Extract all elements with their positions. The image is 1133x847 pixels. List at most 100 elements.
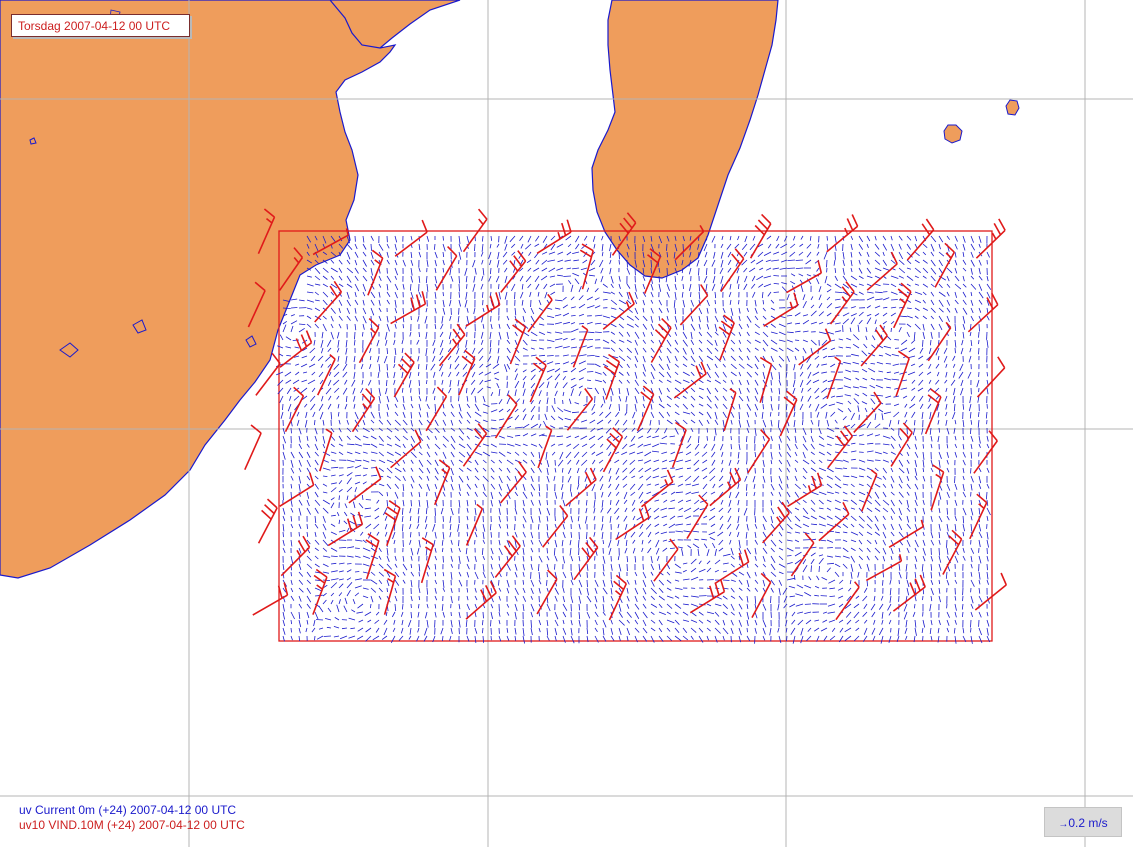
current-vector bbox=[773, 275, 780, 277]
current-vector bbox=[954, 331, 956, 337]
current-vector bbox=[530, 619, 532, 628]
current-vector bbox=[770, 595, 772, 604]
current-vector bbox=[795, 259, 804, 261]
current-vector bbox=[978, 347, 980, 355]
scale-arrow-icon: → bbox=[1058, 819, 1069, 830]
current-vector bbox=[282, 403, 284, 411]
current-vector bbox=[458, 539, 460, 547]
current-vector bbox=[498, 555, 500, 561]
current-vector bbox=[858, 443, 865, 445]
current-vector bbox=[738, 411, 740, 420]
current-vector bbox=[882, 579, 884, 586]
current-vector bbox=[442, 515, 444, 522]
current-vector bbox=[314, 635, 316, 641]
current-vector bbox=[290, 427, 292, 434]
current-vector bbox=[922, 595, 924, 601]
current-vector bbox=[946, 539, 948, 548]
map-canvas bbox=[0, 0, 1133, 847]
current-vector bbox=[546, 547, 548, 554]
current-vector bbox=[586, 531, 588, 540]
current-vector bbox=[442, 555, 444, 563]
current-vector bbox=[618, 251, 620, 260]
legend: uv Current 0m (+24) 2007-04-12 00 UTC uv… bbox=[19, 803, 245, 833]
current-vector bbox=[826, 243, 828, 250]
scale-reference: →0.2 m/s bbox=[1044, 807, 1122, 837]
current-vector bbox=[402, 307, 404, 315]
current-vector bbox=[490, 619, 492, 627]
current-vector bbox=[290, 571, 292, 577]
current-vector bbox=[770, 475, 772, 483]
current-vector bbox=[482, 611, 484, 619]
current-vector bbox=[954, 347, 956, 354]
current-vector bbox=[810, 531, 816, 533]
current-vector bbox=[618, 403, 620, 411]
current-vector bbox=[554, 563, 556, 570]
current-vector bbox=[298, 531, 300, 537]
current-vector bbox=[434, 507, 436, 516]
current-vector bbox=[962, 595, 964, 602]
current-vector bbox=[818, 565, 820, 573]
current-vector bbox=[978, 331, 980, 338]
current-vector bbox=[894, 339, 900, 341]
current-vector bbox=[714, 299, 716, 305]
current-vector bbox=[794, 339, 800, 341]
current-vector bbox=[938, 547, 940, 556]
legend-current-line: uv Current 0m (+24) 2007-04-12 00 UTC bbox=[19, 803, 237, 817]
current-vector bbox=[826, 235, 828, 241]
current-vector bbox=[474, 243, 476, 252]
current-vector bbox=[458, 283, 460, 292]
current-vector bbox=[970, 619, 972, 628]
current-vector bbox=[738, 507, 740, 513]
current-vector bbox=[370, 387, 372, 394]
current-vector bbox=[490, 419, 497, 421]
current-vector bbox=[290, 627, 292, 633]
current-vector bbox=[746, 627, 748, 633]
current-vector bbox=[826, 547, 833, 549]
current-vector bbox=[786, 555, 792, 557]
current-vector bbox=[338, 495, 340, 501]
timestamp-label: Torsdag 2007-04-12 00 UTC bbox=[11, 14, 190, 37]
current-vector bbox=[458, 395, 460, 402]
current-vector bbox=[410, 499, 412, 507]
current-vector bbox=[490, 531, 492, 538]
current-vector bbox=[618, 259, 620, 265]
current-vector bbox=[922, 339, 924, 347]
current-vector bbox=[762, 403, 764, 410]
current-vector bbox=[563, 275, 572, 277]
current-vector bbox=[365, 499, 372, 501]
current-vector bbox=[323, 635, 332, 637]
current-vector bbox=[458, 275, 460, 284]
current-vector bbox=[970, 627, 972, 633]
current-vector bbox=[370, 243, 372, 251]
current-vector bbox=[354, 331, 356, 340]
current-vector bbox=[874, 459, 881, 461]
current-vector bbox=[442, 235, 444, 241]
current-vector bbox=[290, 307, 298, 309]
current-vector bbox=[666, 243, 668, 251]
current-vector bbox=[498, 283, 500, 290]
current-vector bbox=[346, 563, 352, 565]
current-vector bbox=[586, 579, 588, 588]
current-vector bbox=[954, 475, 956, 484]
current-vector bbox=[570, 483, 572, 492]
current-vector bbox=[498, 579, 500, 586]
current-vector bbox=[787, 267, 796, 269]
current-vector bbox=[810, 565, 812, 573]
current-vector bbox=[786, 635, 788, 642]
current-vector bbox=[885, 363, 892, 365]
current-vector bbox=[418, 387, 420, 395]
current-vector bbox=[722, 579, 730, 581]
current-vector bbox=[698, 267, 700, 276]
current-vector bbox=[354, 547, 360, 549]
current-vector bbox=[386, 587, 388, 593]
current-vector bbox=[730, 443, 732, 450]
current-vector bbox=[773, 291, 780, 293]
current-vector bbox=[466, 283, 468, 289]
current-vector bbox=[306, 523, 308, 529]
current-vector bbox=[514, 291, 516, 300]
current-vector bbox=[418, 363, 420, 370]
current-vector bbox=[315, 619, 324, 621]
current-vector bbox=[546, 579, 548, 586]
current-vector bbox=[394, 355, 396, 363]
current-vector bbox=[690, 291, 692, 297]
